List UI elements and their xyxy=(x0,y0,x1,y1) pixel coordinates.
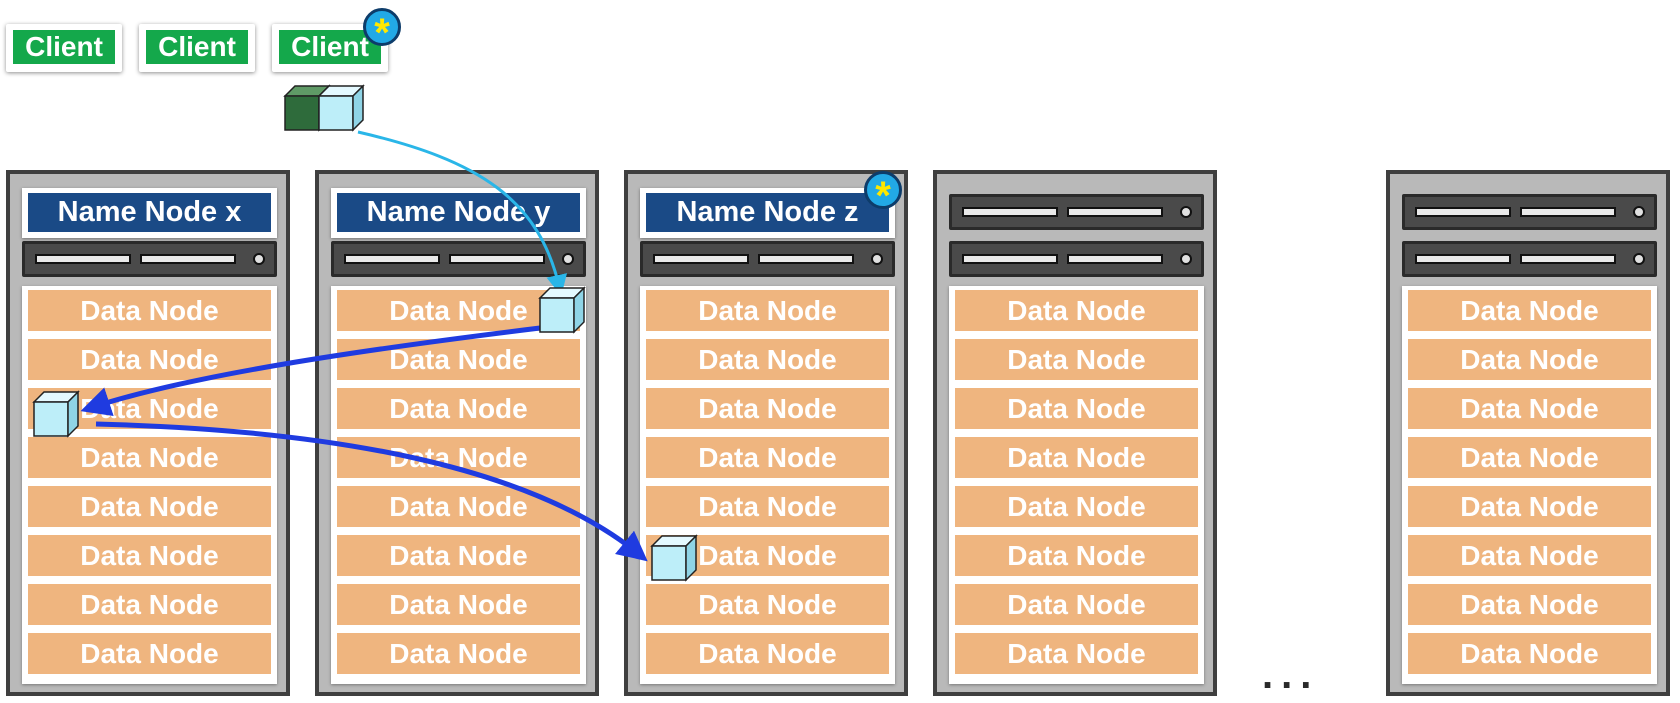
power-led xyxy=(562,253,574,265)
data-node: Data Node xyxy=(1408,437,1651,478)
drive-slot xyxy=(1415,254,1511,264)
data-node-panel: Data Node Data Node Data Node Data Node Data… xyxy=(331,286,586,684)
data-node: Data Node xyxy=(28,486,271,527)
data-node-panel: Data Node Data Node Data Node Data Node Data… xyxy=(949,286,1204,684)
drive-slot xyxy=(1067,207,1163,217)
server-unit-icon xyxy=(640,241,895,277)
data-node: Data Node xyxy=(1408,535,1651,576)
name-node-label: Name Node x xyxy=(28,193,271,232)
name-node-label-box: Name Node y xyxy=(331,188,586,238)
drive-slot xyxy=(758,254,854,264)
data-node: Data Node xyxy=(646,388,889,429)
drive-slot xyxy=(1520,207,1616,217)
data-node: Data Node xyxy=(955,388,1198,429)
data-node: Data Node xyxy=(28,633,271,674)
data-node: Data Node xyxy=(337,339,580,380)
name-node-label-box: Name Node x xyxy=(22,188,277,238)
drive-slot xyxy=(140,254,236,264)
star-badge-icon: * xyxy=(363,8,401,53)
data-node: Data Node xyxy=(337,633,580,674)
data-node: Data Node xyxy=(955,486,1198,527)
data-node: Data Node xyxy=(337,437,580,478)
rack-1: Name Node x Data Node Data Node Data Node Da… xyxy=(6,170,290,696)
data-node-panel: Data Node Data Node Data Node Data Node Data… xyxy=(640,286,895,684)
name-node-label: Name Node y xyxy=(337,193,580,232)
drive-slot xyxy=(344,254,440,264)
server-unit-icon xyxy=(1402,194,1657,230)
data-node: Data Node xyxy=(1408,584,1651,625)
data-node: Data Node xyxy=(1408,339,1651,380)
client-1: Client xyxy=(6,24,122,72)
data-node: Data Node xyxy=(646,486,889,527)
data-node: Data Node xyxy=(955,535,1198,576)
data-node: Data Node xyxy=(646,437,889,478)
name-node-label-box: Name Node z xyxy=(640,188,895,238)
server-unit-icon xyxy=(22,241,277,277)
data-node: Data Node xyxy=(646,584,889,625)
data-node: Data Node xyxy=(337,290,580,331)
name-node-label: Name Node z xyxy=(646,193,889,232)
power-led xyxy=(253,253,265,265)
data-node: Data Node xyxy=(1408,486,1651,527)
client-2: Client xyxy=(139,24,255,72)
drive-slot xyxy=(962,254,1058,264)
data-node: Data Node xyxy=(955,584,1198,625)
rack-3: Name Node z * Data Node Data Node Data Node D… xyxy=(624,170,908,696)
data-node-panel: Data Node Data Node Data Node Data Node Data… xyxy=(1402,286,1657,684)
data-node: Data Node xyxy=(955,437,1198,478)
more-racks-ellipsis: ... xyxy=(1262,653,1320,697)
power-led xyxy=(1633,206,1645,218)
drive-slot xyxy=(653,254,749,264)
drive-slot xyxy=(449,254,545,264)
client-1-label: Client xyxy=(13,30,115,64)
rack-4: Data Node Data Node Data Node Data Node Data… xyxy=(933,170,1217,696)
data-node: Data Node xyxy=(337,584,580,625)
client-2-label: Client xyxy=(146,30,248,64)
data-node: Data Node xyxy=(1408,388,1651,429)
data-node: Data Node xyxy=(955,290,1198,331)
data-node: Data Node xyxy=(955,633,1198,674)
drive-slot xyxy=(962,207,1058,217)
data-node: Data Node xyxy=(28,339,271,380)
rack-2: Name Node y Data Node Data Node Data Node Da… xyxy=(315,170,599,696)
server-unit-icon xyxy=(949,241,1204,277)
data-node: Data Node xyxy=(28,437,271,478)
rack-5: Data Node Data Node Data Node Data Node Data… xyxy=(1386,170,1670,696)
data-node: Data Node xyxy=(337,486,580,527)
drive-slot xyxy=(1520,254,1616,264)
power-led xyxy=(1180,206,1192,218)
data-node-panel: Data Node Data Node Data Node Data Node Data… xyxy=(22,286,277,684)
data-node: Data Node xyxy=(28,290,271,331)
star-badge-icon: * xyxy=(864,171,902,216)
data-node: Data Node xyxy=(646,633,889,674)
server-unit-icon xyxy=(949,194,1204,230)
server-unit-icon xyxy=(331,241,586,277)
drive-slot xyxy=(35,254,131,264)
data-node: Data Node xyxy=(646,290,889,331)
data-node: Data Node xyxy=(646,339,889,380)
data-node: Data Node xyxy=(337,388,580,429)
power-led xyxy=(1633,253,1645,265)
drive-slot xyxy=(1415,207,1511,217)
power-led xyxy=(871,253,883,265)
data-node: Data Node xyxy=(28,535,271,576)
data-node: Data Node xyxy=(1408,290,1651,331)
data-node: Data Node xyxy=(28,584,271,625)
power-led xyxy=(1180,253,1192,265)
data-node: Data Node xyxy=(955,339,1198,380)
drive-slot xyxy=(1067,254,1163,264)
client-block-pair xyxy=(283,84,365,132)
data-node: Data Node xyxy=(646,535,889,576)
data-node: Data Node xyxy=(1408,633,1651,674)
data-node: Data Node xyxy=(337,535,580,576)
data-node: Data Node xyxy=(28,388,271,429)
server-unit-icon xyxy=(1402,241,1657,277)
